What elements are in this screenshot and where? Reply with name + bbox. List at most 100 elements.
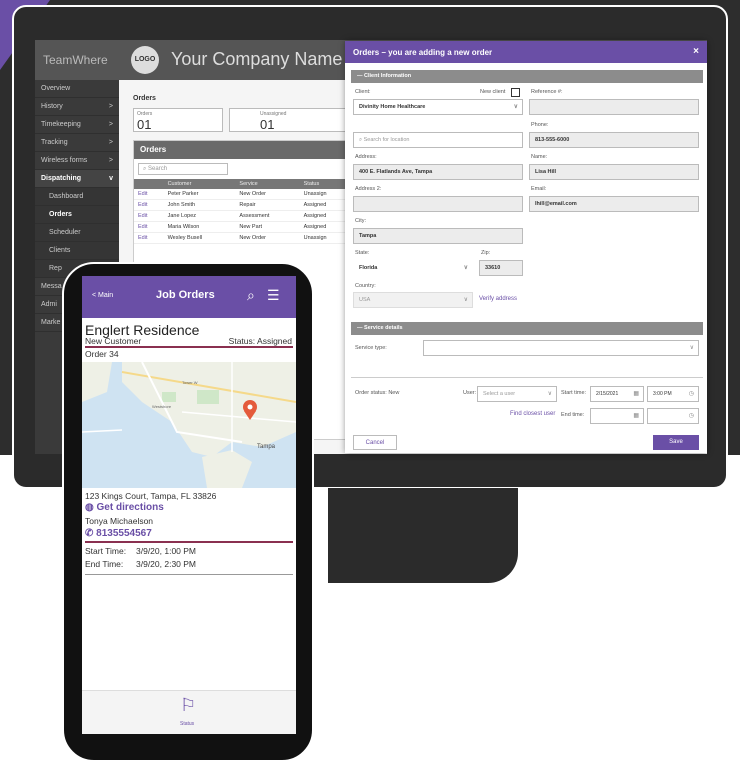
- close-icon[interactable]: ×: [693, 46, 699, 57]
- column-header[interactable]: Service: [235, 179, 300, 189]
- sidebar-item-history[interactable]: History >: [35, 98, 119, 116]
- state-select[interactable]: Florida ∨: [353, 260, 473, 276]
- order-number: Order 34: [85, 349, 119, 359]
- end-time-value: 3/9/20, 2:30 PM: [136, 559, 197, 569]
- edit-link[interactable]: Edit: [134, 189, 164, 200]
- edit-link[interactable]: Edit: [134, 232, 164, 244]
- client-select[interactable]: Divinity Home Healthcare ∨: [353, 99, 523, 115]
- chevron-down-icon: ∨: [547, 391, 552, 397]
- email-field[interactable]: lhill@email.com: [529, 196, 699, 212]
- menu-icon[interactable]: ☰: [267, 287, 280, 304]
- table-cell: Wesley Busell: [163, 232, 236, 244]
- start-date-value: 2/15/2021: [596, 391, 619, 397]
- end-time-field[interactable]: ◷: [647, 408, 699, 424]
- status-tab-label[interactable]: Status: [180, 721, 194, 727]
- start-time-field[interactable]: 3:00 PM ◷: [647, 386, 699, 402]
- service-type-select[interactable]: ∨: [423, 340, 699, 356]
- divider: [85, 541, 293, 543]
- user-select[interactable]: Select a user ∨: [477, 386, 557, 402]
- city-label: City:: [355, 218, 366, 224]
- map-city-label: Tampa: [257, 444, 276, 450]
- sidebar-item-label: Dashboard: [49, 193, 84, 200]
- company-name: Your Company Name: [171, 49, 343, 69]
- column-header: [134, 179, 164, 189]
- table-cell: John Smith: [163, 199, 236, 211]
- chevron-down-icon: ∨: [513, 104, 518, 110]
- sidebar-item-timekeeping[interactable]: Timekeeping >: [35, 116, 119, 134]
- call-phone-link[interactable]: ✆ 8135554567: [85, 528, 152, 539]
- sidebar-item-orders[interactable]: Orders: [35, 206, 119, 224]
- cancel-button[interactable]: Cancel: [353, 435, 397, 450]
- new-order-modal: Orders – you are adding a new order × — C…: [345, 41, 707, 453]
- table-cell: Jane Lopez: [163, 210, 236, 222]
- location-search-input[interactable]: ⌕ Search for location: [353, 132, 523, 148]
- sidebar-item-label: Admi: [41, 301, 57, 308]
- order-status-value: New: [388, 390, 400, 396]
- monitor-stand: [328, 488, 518, 583]
- phone-title: Job Orders: [156, 289, 215, 301]
- service-type-label: Service type:: [355, 345, 387, 351]
- status-text: Status: Assigned: [228, 336, 292, 346]
- column-header[interactable]: Customer: [163, 179, 236, 189]
- sidebar-item-overview[interactable]: Overview: [35, 80, 119, 98]
- start-time-value: 3/9/20, 1:00 PM: [136, 546, 197, 556]
- sidebar-item-clients[interactable]: Clients: [35, 242, 119, 260]
- table-cell: Repair: [235, 199, 300, 211]
- end-time-label: End Time:: [85, 559, 124, 569]
- client-section-header[interactable]: — Client Information: [351, 70, 703, 83]
- brand-logo: TeamWhere: [35, 40, 119, 80]
- find-closest-user-link[interactable]: Find closest user: [510, 411, 555, 417]
- orders-table: Customer Service Status Edit Peter Parker…: [134, 179, 352, 244]
- start-date-field[interactable]: 2/15/2021 ▦: [590, 386, 644, 402]
- zip-field[interactable]: 33610: [479, 260, 523, 276]
- new-client-checkbox[interactable]: [511, 88, 520, 97]
- edit-link[interactable]: Edit: [134, 221, 164, 233]
- chevron-down-icon: v: [109, 175, 113, 182]
- name-label: Name:: [531, 154, 548, 160]
- city-field[interactable]: Tampa: [353, 228, 523, 244]
- get-directions-link[interactable]: ◍ Get directions: [85, 502, 164, 513]
- edit-link[interactable]: Edit: [134, 210, 164, 222]
- address2-field[interactable]: [353, 196, 523, 212]
- new-client-label: New client: [480, 89, 506, 95]
- phone-label: Phone:: [531, 122, 549, 128]
- name-field[interactable]: Lisa Hill: [529, 164, 699, 180]
- client-label: Client:: [355, 89, 371, 95]
- search-icon[interactable]: ⌕: [247, 287, 255, 304]
- verify-address-link[interactable]: Verify address: [479, 296, 517, 302]
- start-time-label: Start Time:: [85, 546, 127, 556]
- back-button[interactable]: < Main: [92, 292, 113, 299]
- table-cell: Assessment: [235, 210, 300, 222]
- map-area-label: Tower W: [182, 380, 198, 385]
- sidebar-item-label: Orders: [49, 211, 72, 218]
- sidebar-item-tracking[interactable]: Tracking >: [35, 134, 119, 152]
- search-input[interactable]: ⌕ Search: [138, 163, 228, 175]
- flag-icon[interactable]: ⚐: [180, 695, 196, 716]
- end-date-field[interactable]: ▦: [590, 408, 644, 424]
- email-label: Email:: [531, 186, 547, 192]
- sidebar-item-dashboard[interactable]: Dashboard: [35, 188, 119, 206]
- directions-label: Get directions: [96, 502, 164, 513]
- map-view[interactable]: Tampa Tower W Westshore: [82, 362, 296, 488]
- sidebar-item-label: Clients: [49, 247, 71, 254]
- sidebar-item-label: Marke: [41, 319, 61, 326]
- chevron-right-icon: >: [108, 157, 113, 164]
- edit-link[interactable]: Edit: [134, 199, 164, 211]
- sidebar-item-scheduler[interactable]: Scheduler: [35, 224, 119, 242]
- clock-icon: ◷: [688, 391, 694, 397]
- service-section-header[interactable]: — Service details: [351, 322, 703, 335]
- modal-title-bar: Orders – you are adding a new order ×: [345, 41, 707, 63]
- address-field[interactable]: 400 E. Flatlands Ave, Tampa: [353, 164, 523, 180]
- country-select[interactable]: USA ∨: [353, 292, 473, 308]
- sidebar-item-label: Messa: [41, 283, 62, 290]
- table-row: Edit Wesley Busell New Order Unassign: [134, 232, 352, 244]
- sidebar-item-dispatching[interactable]: Dispatching v: [35, 170, 119, 188]
- reference-field[interactable]: [529, 99, 699, 115]
- zip-label: Zip:: [481, 250, 491, 256]
- phone-field[interactable]: 813-555-6000: [529, 132, 699, 148]
- sidebar-item-wireless-forms[interactable]: Wireless forms >: [35, 152, 119, 170]
- save-button[interactable]: Save: [653, 435, 699, 450]
- user-placeholder: Select a user: [483, 391, 516, 397]
- map-area-label: Westshore: [152, 404, 172, 409]
- company-logo: LOGO: [131, 46, 159, 74]
